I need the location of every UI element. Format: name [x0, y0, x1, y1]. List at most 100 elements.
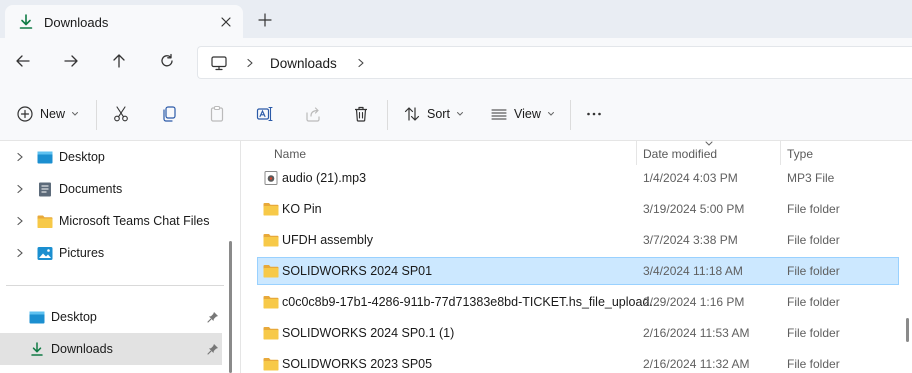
- chevron-right-icon[interactable]: [15, 216, 25, 226]
- file-name: audio (21).mp3: [282, 171, 367, 185]
- back-arrow-icon[interactable]: [14, 52, 32, 70]
- file-type: File folder: [787, 264, 840, 278]
- copy-icon: [163, 105, 176, 122]
- new-tab-icon[interactable]: [258, 13, 272, 27]
- chevron-down-icon: [72, 111, 79, 116]
- cut-button[interactable]: [112, 86, 130, 141]
- up-arrow-icon[interactable]: [110, 52, 128, 70]
- breadcrumb-downloads[interactable]: Downloads: [270, 56, 337, 71]
- share-icon: [306, 106, 320, 122]
- quick-access-downloads[interactable]: Downloads: [0, 333, 222, 365]
- file-row[interactable]: KO Pin 3/19/2024 5:00 PM File folder: [257, 195, 899, 223]
- new-button[interactable]: New: [16, 86, 79, 141]
- refresh-icon[interactable]: [158, 52, 176, 70]
- nav-item-documents[interactable]: Documents: [0, 175, 230, 203]
- tab-strip: Downloads: [0, 0, 912, 39]
- toolbar-divider: [570, 100, 571, 130]
- file-row[interactable]: audio (21).mp3 1/4/2024 4:03 PM MP3 File: [257, 164, 899, 192]
- more-icon: [587, 112, 601, 115]
- file-row[interactable]: SOLIDWORKS 2023 SP05 2/16/2024 11:32 AM …: [257, 350, 899, 373]
- column-header-date-modified[interactable]: Date modified: [637, 141, 780, 165]
- file-name: c0c0c8b9-17b1-4286-911b-77d71383e8bd-TIC…: [282, 295, 660, 309]
- file-row[interactable]: c0c0c8b9-17b1-4286-911b-77d71383e8bd-TIC…: [257, 288, 899, 316]
- chevron-right-icon[interactable]: [15, 184, 25, 194]
- this-pc-icon[interactable]: [210, 54, 228, 72]
- plus-circle-icon: [17, 105, 33, 122]
- nav-scrollbar[interactable]: [229, 241, 232, 373]
- column-header-name[interactable]: Name: [257, 141, 637, 165]
- nav-item-pictures[interactable]: Pictures: [0, 239, 230, 267]
- forward-arrow-icon[interactable]: [62, 52, 80, 70]
- file-type: File folder: [787, 233, 840, 247]
- copy-button[interactable]: [160, 86, 178, 141]
- pin-icon[interactable]: [207, 343, 219, 355]
- pin-icon[interactable]: [207, 311, 219, 323]
- file-date: 2/16/2024 11:32 AM: [643, 357, 750, 371]
- chevron-down-icon: [547, 111, 554, 116]
- file-list: Name Date modified Type audio (21).mp3 1…: [241, 141, 912, 373]
- sort-button[interactable]: Sort: [403, 86, 464, 141]
- file-name: UFDH assembly: [282, 233, 373, 247]
- column-header-label: Date modified: [643, 147, 718, 161]
- chevron-down-icon: [456, 111, 463, 116]
- share-button[interactable]: [304, 86, 322, 141]
- nav-item-label: Desktop: [59, 150, 105, 164]
- chevron-right-icon[interactable]: [356, 58, 366, 68]
- file-type: File folder: [787, 202, 840, 216]
- tab-downloads[interactable]: Downloads: [5, 5, 243, 39]
- nav-divider: [6, 285, 224, 286]
- column-header-type[interactable]: Type: [781, 141, 912, 165]
- quick-access-desktop[interactable]: Desktop: [0, 301, 222, 333]
- toolbar-divider: [387, 100, 388, 130]
- folder-icon: [263, 327, 279, 340]
- sort-icon: [404, 106, 420, 121]
- file-name: SOLIDWORKS 2024 SP01: [282, 264, 433, 278]
- pictures-folder-icon: [37, 247, 53, 260]
- file-date: 2/29/2024 1:16 PM: [643, 295, 745, 309]
- navigation-pane: Desktop Documents Microsoft Teams Chat F…: [0, 141, 240, 373]
- file-row-selected[interactable]: SOLIDWORKS 2024 SP01 3/4/2024 11:18 AM F…: [257, 257, 899, 285]
- chevron-right-icon[interactable]: [15, 152, 25, 162]
- file-date: 2/16/2024 11:53 AM: [643, 326, 750, 340]
- file-row[interactable]: SOLIDWORKS 2024 SP0.1 (1) 2/16/2024 11:5…: [257, 319, 899, 347]
- rename-button[interactable]: [256, 86, 274, 141]
- file-row[interactable]: UFDH assembly 3/7/2024 3:38 PM File fold…: [257, 226, 899, 254]
- rename-icon: [256, 106, 273, 121]
- folder-icon: [263, 234, 279, 247]
- quick-access-label: Downloads: [51, 342, 113, 356]
- new-button-label: New: [40, 106, 66, 121]
- toolbar-divider: [96, 100, 97, 130]
- more-options-button[interactable]: [585, 86, 603, 141]
- clipboard-icon: [210, 105, 224, 122]
- folder-icon: [263, 203, 279, 216]
- folder-icon: [263, 358, 279, 371]
- view-button[interactable]: View: [490, 86, 555, 141]
- column-header-label: Type: [787, 147, 814, 161]
- navigation-bar: Downloads: [0, 38, 912, 86]
- list-view-icon: [491, 108, 507, 120]
- file-date: 3/19/2024 5:00 PM: [643, 202, 745, 216]
- desktop-folder-icon: [37, 151, 53, 164]
- nav-item-label: Microsoft Teams Chat Files: [59, 214, 210, 228]
- file-type: File folder: [787, 357, 840, 371]
- delete-button[interactable]: [352, 86, 370, 141]
- file-list-scrollbar[interactable]: [906, 318, 909, 342]
- sort-button-label: Sort: [427, 106, 450, 121]
- documents-folder-icon: [39, 182, 51, 197]
- file-name: SOLIDWORKS 2023 SP05: [282, 357, 433, 371]
- close-icon[interactable]: [218, 14, 234, 30]
- quick-access-label: Desktop: [51, 310, 97, 324]
- file-date: 1/4/2024 4:03 PM: [643, 171, 738, 185]
- folder-icon: [37, 215, 53, 228]
- file-type: File folder: [787, 295, 840, 309]
- folder-icon: [263, 265, 279, 278]
- address-bar[interactable]: Downloads: [197, 46, 912, 79]
- nav-item-desktop[interactable]: Desktop: [0, 143, 230, 171]
- paste-button[interactable]: [208, 86, 226, 141]
- nav-item-label: Pictures: [59, 246, 105, 260]
- command-bar: New Sort View: [0, 86, 912, 141]
- chevron-right-icon[interactable]: [15, 248, 25, 258]
- scissors-icon: [114, 105, 128, 121]
- nav-item-teams-chat-files[interactable]: Microsoft Teams Chat Files: [0, 207, 230, 235]
- chevron-right-icon[interactable]: [245, 58, 255, 68]
